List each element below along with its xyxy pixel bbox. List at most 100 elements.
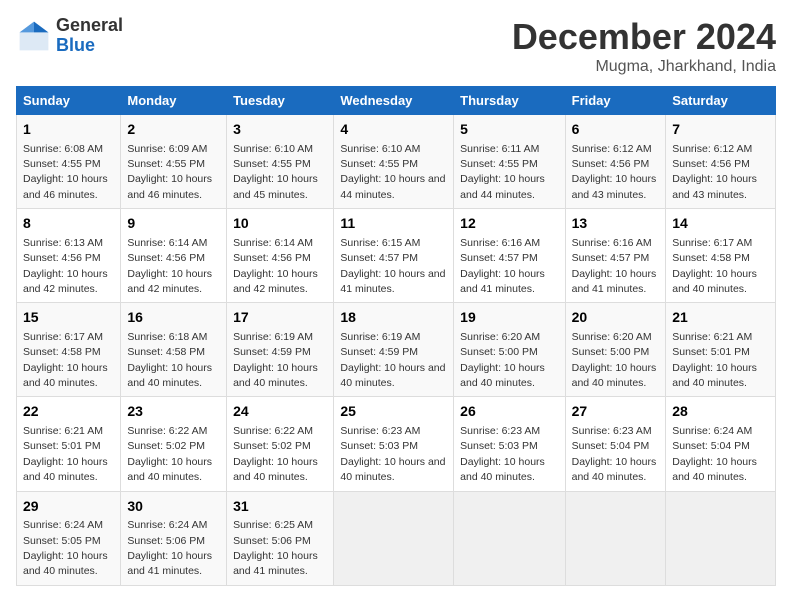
- sunrise-info: Sunrise: 6:22 AM: [127, 425, 207, 437]
- sunset-info: Sunset: 4:55 PM: [23, 158, 101, 170]
- table-cell: 17 Sunrise: 6:19 AM Sunset: 4:59 PM Dayl…: [227, 303, 334, 397]
- table-cell: 29 Sunrise: 6:24 AM Sunset: 5:05 PM Dayl…: [17, 491, 121, 585]
- sunset-info: Sunset: 5:04 PM: [572, 440, 650, 452]
- daylight-label: Daylight: 10 hours and 40 minutes.: [572, 362, 657, 389]
- day-number: 8: [23, 214, 114, 234]
- col-tuesday: Tuesday: [227, 87, 334, 115]
- day-number: 4: [340, 120, 447, 140]
- sunset-info: Sunset: 5:06 PM: [233, 535, 311, 547]
- sunset-info: Sunset: 4:59 PM: [233, 346, 311, 358]
- day-number: 18: [340, 308, 447, 328]
- sunrise-info: Sunrise: 6:14 AM: [127, 237, 207, 249]
- table-cell: 20 Sunrise: 6:20 AM Sunset: 5:00 PM Dayl…: [565, 303, 666, 397]
- table-cell: 27 Sunrise: 6:23 AM Sunset: 5:04 PM Dayl…: [565, 397, 666, 491]
- calendar-row: 8 Sunrise: 6:13 AM Sunset: 4:56 PM Dayli…: [17, 209, 776, 303]
- table-cell: 3 Sunrise: 6:10 AM Sunset: 4:55 PM Dayli…: [227, 115, 334, 209]
- table-cell: 5 Sunrise: 6:11 AM Sunset: 4:55 PM Dayli…: [454, 115, 565, 209]
- sunset-info: Sunset: 5:05 PM: [23, 535, 101, 547]
- sunset-info: Sunset: 4:57 PM: [340, 252, 418, 264]
- day-number: 15: [23, 308, 114, 328]
- daylight-label: Daylight: 10 hours and 41 minutes.: [340, 268, 445, 295]
- day-number: 22: [23, 402, 114, 422]
- day-number: 11: [340, 214, 447, 234]
- sunset-info: Sunset: 4:59 PM: [340, 346, 418, 358]
- daylight-label: Daylight: 10 hours and 45 minutes.: [233, 173, 318, 200]
- daylight-label: Daylight: 10 hours and 41 minutes.: [127, 550, 212, 577]
- sunset-info: Sunset: 4:56 PM: [233, 252, 311, 264]
- sunrise-info: Sunrise: 6:23 AM: [572, 425, 652, 437]
- sunrise-info: Sunrise: 6:17 AM: [672, 237, 752, 249]
- table-cell: 26 Sunrise: 6:23 AM Sunset: 5:03 PM Dayl…: [454, 397, 565, 491]
- calendar-row: 22 Sunrise: 6:21 AM Sunset: 5:01 PM Dayl…: [17, 397, 776, 491]
- logo-text: General Blue: [56, 16, 123, 56]
- daylight-label: Daylight: 10 hours and 40 minutes.: [340, 456, 445, 483]
- day-number: 5: [460, 120, 558, 140]
- daylight-label: Daylight: 10 hours and 40 minutes.: [572, 456, 657, 483]
- table-cell: 24 Sunrise: 6:22 AM Sunset: 5:02 PM Dayl…: [227, 397, 334, 491]
- sunrise-info: Sunrise: 6:14 AM: [233, 237, 313, 249]
- day-number: 2: [127, 120, 220, 140]
- sunrise-info: Sunrise: 6:12 AM: [672, 143, 752, 155]
- table-cell: 7 Sunrise: 6:12 AM Sunset: 4:56 PM Dayli…: [666, 115, 776, 209]
- col-wednesday: Wednesday: [334, 87, 454, 115]
- daylight-label: Daylight: 10 hours and 44 minutes.: [460, 173, 545, 200]
- day-number: 25: [340, 402, 447, 422]
- table-cell: 10 Sunrise: 6:14 AM Sunset: 4:56 PM Dayl…: [227, 209, 334, 303]
- daylight-label: Daylight: 10 hours and 46 minutes.: [127, 173, 212, 200]
- sunrise-info: Sunrise: 6:09 AM: [127, 143, 207, 155]
- sunset-info: Sunset: 5:02 PM: [127, 440, 205, 452]
- day-number: 29: [23, 497, 114, 517]
- sunrise-info: Sunrise: 6:20 AM: [460, 331, 540, 343]
- daylight-label: Daylight: 10 hours and 40 minutes.: [460, 362, 545, 389]
- daylight-label: Daylight: 10 hours and 40 minutes.: [127, 362, 212, 389]
- table-cell: 11 Sunrise: 6:15 AM Sunset: 4:57 PM Dayl…: [334, 209, 454, 303]
- daylight-label: Daylight: 10 hours and 41 minutes.: [460, 268, 545, 295]
- daylight-label: Daylight: 10 hours and 40 minutes.: [672, 456, 757, 483]
- table-cell: [334, 491, 454, 585]
- sunrise-info: Sunrise: 6:12 AM: [572, 143, 652, 155]
- sunset-info: Sunset: 4:58 PM: [127, 346, 205, 358]
- logo-icon: [16, 18, 52, 54]
- table-cell: 6 Sunrise: 6:12 AM Sunset: 4:56 PM Dayli…: [565, 115, 666, 209]
- sunrise-info: Sunrise: 6:25 AM: [233, 519, 313, 531]
- sunset-info: Sunset: 4:56 PM: [23, 252, 101, 264]
- sunset-info: Sunset: 5:04 PM: [672, 440, 750, 452]
- day-number: 3: [233, 120, 327, 140]
- table-cell: 16 Sunrise: 6:18 AM Sunset: 4:58 PM Dayl…: [121, 303, 227, 397]
- daylight-label: Daylight: 10 hours and 40 minutes.: [23, 362, 108, 389]
- daylight-label: Daylight: 10 hours and 41 minutes.: [572, 268, 657, 295]
- calendar-table: Sunday Monday Tuesday Wednesday Thursday…: [16, 86, 776, 586]
- day-number: 6: [572, 120, 660, 140]
- sunrise-info: Sunrise: 6:24 AM: [23, 519, 103, 531]
- sunrise-info: Sunrise: 6:23 AM: [460, 425, 540, 437]
- day-number: 24: [233, 402, 327, 422]
- table-cell: 19 Sunrise: 6:20 AM Sunset: 5:00 PM Dayl…: [454, 303, 565, 397]
- logo-general: General: [56, 16, 123, 36]
- sunset-info: Sunset: 4:55 PM: [127, 158, 205, 170]
- sunrise-info: Sunrise: 6:21 AM: [672, 331, 752, 343]
- day-number: 31: [233, 497, 327, 517]
- sunrise-info: Sunrise: 6:24 AM: [127, 519, 207, 531]
- sunrise-info: Sunrise: 6:19 AM: [340, 331, 420, 343]
- daylight-label: Daylight: 10 hours and 40 minutes.: [127, 456, 212, 483]
- sunrise-info: Sunrise: 6:21 AM: [23, 425, 103, 437]
- table-cell: 25 Sunrise: 6:23 AM Sunset: 5:03 PM Dayl…: [334, 397, 454, 491]
- col-thursday: Thursday: [454, 87, 565, 115]
- header: General Blue December 2024 Mugma, Jharkh…: [16, 16, 776, 76]
- day-number: 17: [233, 308, 327, 328]
- day-number: 28: [672, 402, 769, 422]
- calendar-row: 29 Sunrise: 6:24 AM Sunset: 5:05 PM Dayl…: [17, 491, 776, 585]
- sunset-info: Sunset: 4:55 PM: [340, 158, 418, 170]
- daylight-label: Daylight: 10 hours and 42 minutes.: [23, 268, 108, 295]
- subtitle: Mugma, Jharkhand, India: [512, 58, 776, 76]
- sunrise-info: Sunrise: 6:08 AM: [23, 143, 103, 155]
- sunrise-info: Sunrise: 6:15 AM: [340, 237, 420, 249]
- calendar-row: 1 Sunrise: 6:08 AM Sunset: 4:55 PM Dayli…: [17, 115, 776, 209]
- daylight-label: Daylight: 10 hours and 43 minutes.: [572, 173, 657, 200]
- table-cell: 18 Sunrise: 6:19 AM Sunset: 4:59 PM Dayl…: [334, 303, 454, 397]
- main-title: December 2024: [512, 16, 776, 58]
- day-number: 20: [572, 308, 660, 328]
- daylight-label: Daylight: 10 hours and 40 minutes.: [340, 362, 445, 389]
- sunset-info: Sunset: 4:55 PM: [460, 158, 538, 170]
- sunset-info: Sunset: 5:01 PM: [23, 440, 101, 452]
